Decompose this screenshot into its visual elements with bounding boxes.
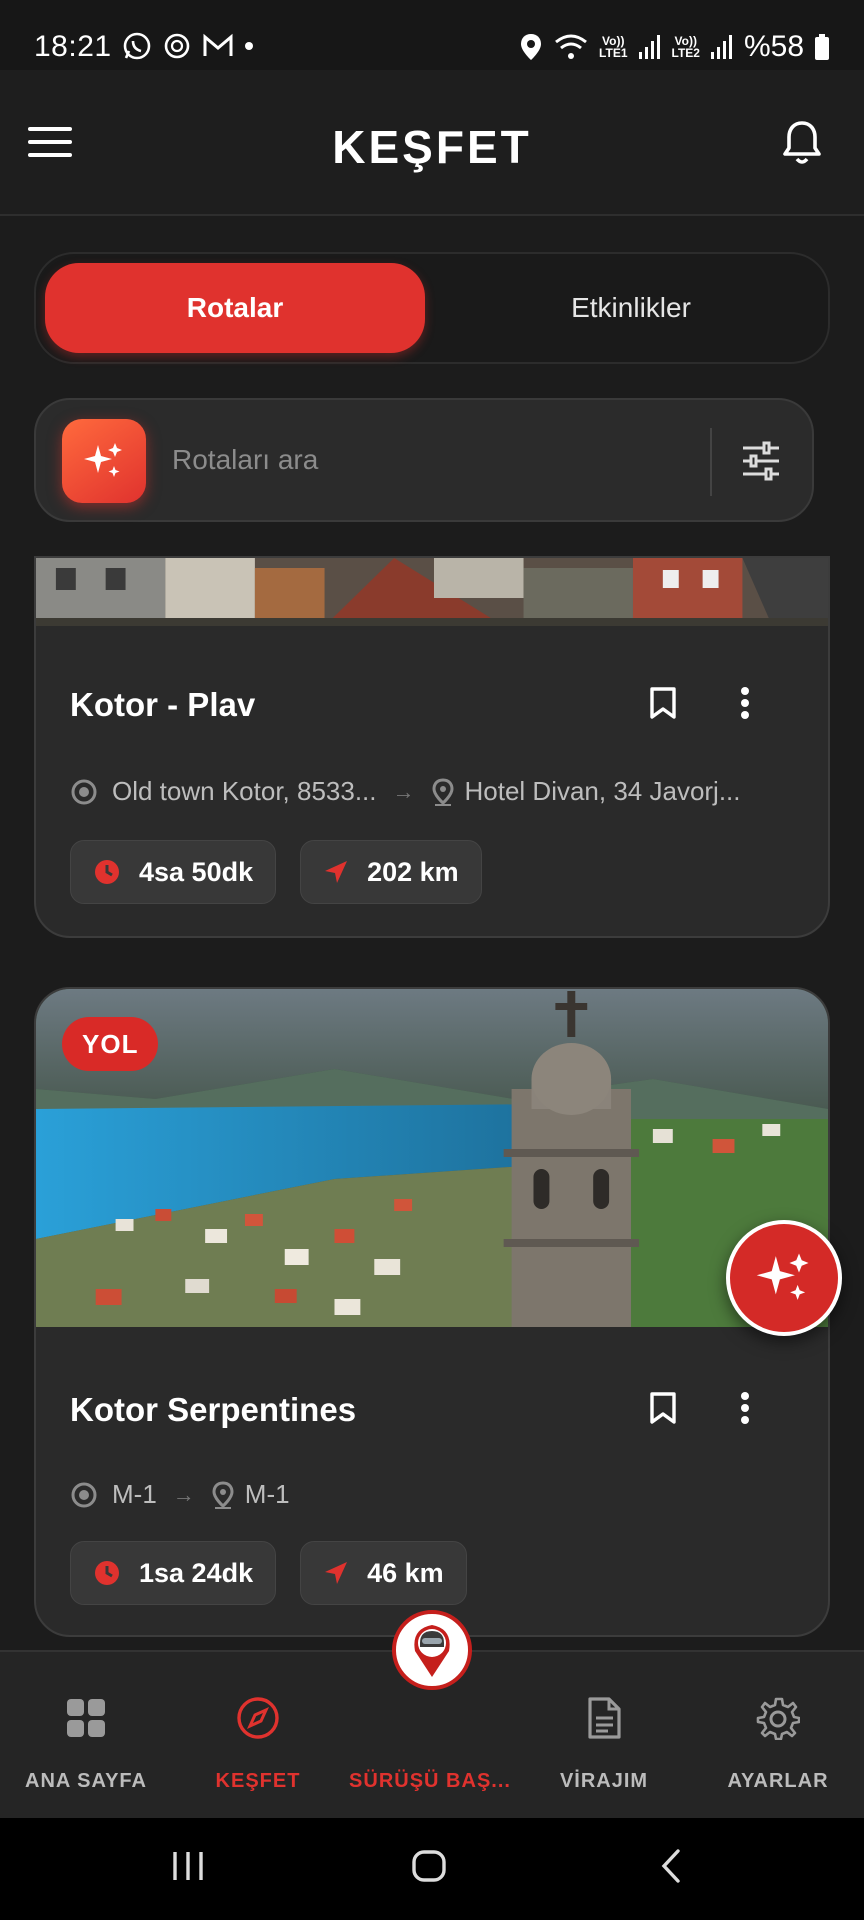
destination-pin-icon	[212, 1480, 234, 1509]
route-stats: 4sa 50dk 202 km	[70, 840, 482, 904]
nav-label: SÜRÜŞÜ BAŞ...	[349, 1770, 511, 1792]
segment-tabs: Rotalar Etkinlikler	[34, 252, 830, 364]
route-image-town	[36, 558, 828, 626]
destination-pin-icon	[431, 777, 454, 806]
route-card[interactable]: YOL Kotor Serpentines M-1 → M-1 1sa 24dk…	[34, 987, 830, 1637]
search-bar: Rotaları ara	[34, 398, 814, 522]
sparkle-icon	[756, 1253, 809, 1300]
search-input[interactable]: Rotaları ara	[172, 444, 318, 476]
route-stats: 1sa 24dk 46 km	[70, 1541, 467, 1605]
nav-item-explore[interactable]: KEŞFET	[172, 1694, 344, 1793]
duration-value: 1sa 24dk	[139, 1557, 254, 1588]
tab-etkinlikler[interactable]: Etkinlikler	[441, 263, 821, 353]
gear-icon	[756, 1697, 800, 1740]
start-ride-button[interactable]	[392, 1610, 472, 1690]
dot-icon	[245, 42, 253, 50]
distance-value: 202 km	[367, 856, 459, 887]
sim1-indicator: Vo)) LTE1	[599, 35, 627, 59]
nav-item-virajim[interactable]: VİRAJIM	[518, 1694, 690, 1793]
page-title: KEŞFET	[332, 121, 532, 173]
ai-search-button[interactable]	[62, 419, 146, 503]
duration-chip: 1sa 24dk	[70, 1541, 277, 1605]
distance-chip: 202 km	[300, 840, 482, 904]
system-icons: Vo)) LTE1 Vo)) LTE2 %58	[519, 30, 830, 64]
clock-icon	[95, 860, 119, 884]
battery-percent: %58	[743, 30, 804, 63]
search-divider	[710, 428, 712, 496]
tab-rotalar[interactable]: Rotalar	[45, 263, 425, 353]
whatsapp-icon	[123, 32, 151, 60]
sim1-label: LTE1	[599, 46, 628, 60]
recent-apps-icon[interactable]	[170, 1848, 206, 1884]
home-icon[interactable]	[410, 1848, 450, 1884]
nav-item-start-ride[interactable]: SÜRÜŞÜ BAŞ...	[344, 1694, 516, 1793]
clock-icon	[95, 1561, 119, 1585]
bookmark-icon[interactable]	[648, 1391, 678, 1425]
more-options-icon[interactable]	[740, 1391, 750, 1425]
duration-chip: 4sa 50dk	[70, 840, 277, 904]
nav-label: AYARLAR	[727, 1770, 829, 1792]
nav-item-settings[interactable]: AYARLAR	[692, 1694, 864, 1793]
distance-value: 46 km	[367, 1557, 444, 1588]
origin-icon	[71, 779, 97, 804]
route-title: Kotor Serpentines	[70, 1391, 357, 1428]
duration-value: 4sa 50dk	[139, 856, 254, 887]
nav-item-home[interactable]: ANA SAYFA	[0, 1694, 172, 1793]
helmet-icon	[414, 1625, 450, 1677]
document-icon	[588, 1697, 621, 1739]
gmail-icon	[203, 33, 233, 56]
origin-icon	[71, 1482, 97, 1507]
distance-chip: 46 km	[300, 1541, 467, 1605]
signal-icon	[638, 35, 660, 59]
status-time: 18:21	[34, 30, 112, 63]
status-bar: 18:21 Vo)) LTE1 Vo)) LTE2 %58	[0, 0, 864, 70]
route-endpoints: M-1 → M-1	[70, 1479, 290, 1510]
filter-sliders-icon[interactable]	[740, 440, 782, 482]
nav-label: VİRAJIM	[559, 1770, 649, 1792]
route-card[interactable]: Kotor - Plav Old town Kotor, 8533... → H…	[34, 556, 830, 938]
more-options-icon[interactable]	[740, 686, 750, 720]
grid-icon	[67, 1699, 105, 1737]
nav-label: ANA SAYFA	[25, 1770, 147, 1792]
route-type-badge: YOL	[62, 1017, 159, 1071]
route-title: Kotor - Plav	[70, 686, 256, 723]
route-start: M-1	[112, 1479, 157, 1509]
chatgpt-icon	[164, 33, 190, 59]
signal-icon	[710, 35, 732, 59]
ai-assistant-fab[interactable]	[726, 1220, 842, 1336]
arrow-right-icon: →	[172, 1481, 195, 1507]
bookmark-icon[interactable]	[648, 686, 678, 720]
back-icon[interactable]	[658, 1848, 684, 1884]
compass-icon	[237, 1697, 279, 1739]
route-end: Hotel Divan, 34 Javorj...	[464, 776, 741, 806]
arrow-right-icon: →	[392, 778, 415, 804]
notification-icons	[122, 31, 254, 61]
nav-label: KEŞFET	[215, 1770, 301, 1792]
route-endpoints: Old town Kotor, 8533... → Hotel Divan, 3…	[70, 776, 741, 807]
location-icon	[521, 34, 542, 60]
sparkle-icon	[84, 443, 122, 477]
app-header: KEŞFET	[0, 70, 864, 216]
navigation-arrow-icon	[325, 1562, 348, 1584]
route-start: Old town Kotor, 8533...	[112, 776, 377, 806]
sim2-indicator: Vo)) LTE2	[672, 35, 700, 59]
wifi-icon	[555, 34, 587, 59]
navigation-arrow-icon	[325, 861, 348, 883]
sim2-label: LTE2	[671, 46, 700, 60]
battery-icon	[815, 34, 829, 60]
android-navigation-bar	[0, 1818, 864, 1920]
route-end: M-1	[244, 1479, 290, 1509]
notification-bell-icon[interactable]	[780, 119, 824, 167]
